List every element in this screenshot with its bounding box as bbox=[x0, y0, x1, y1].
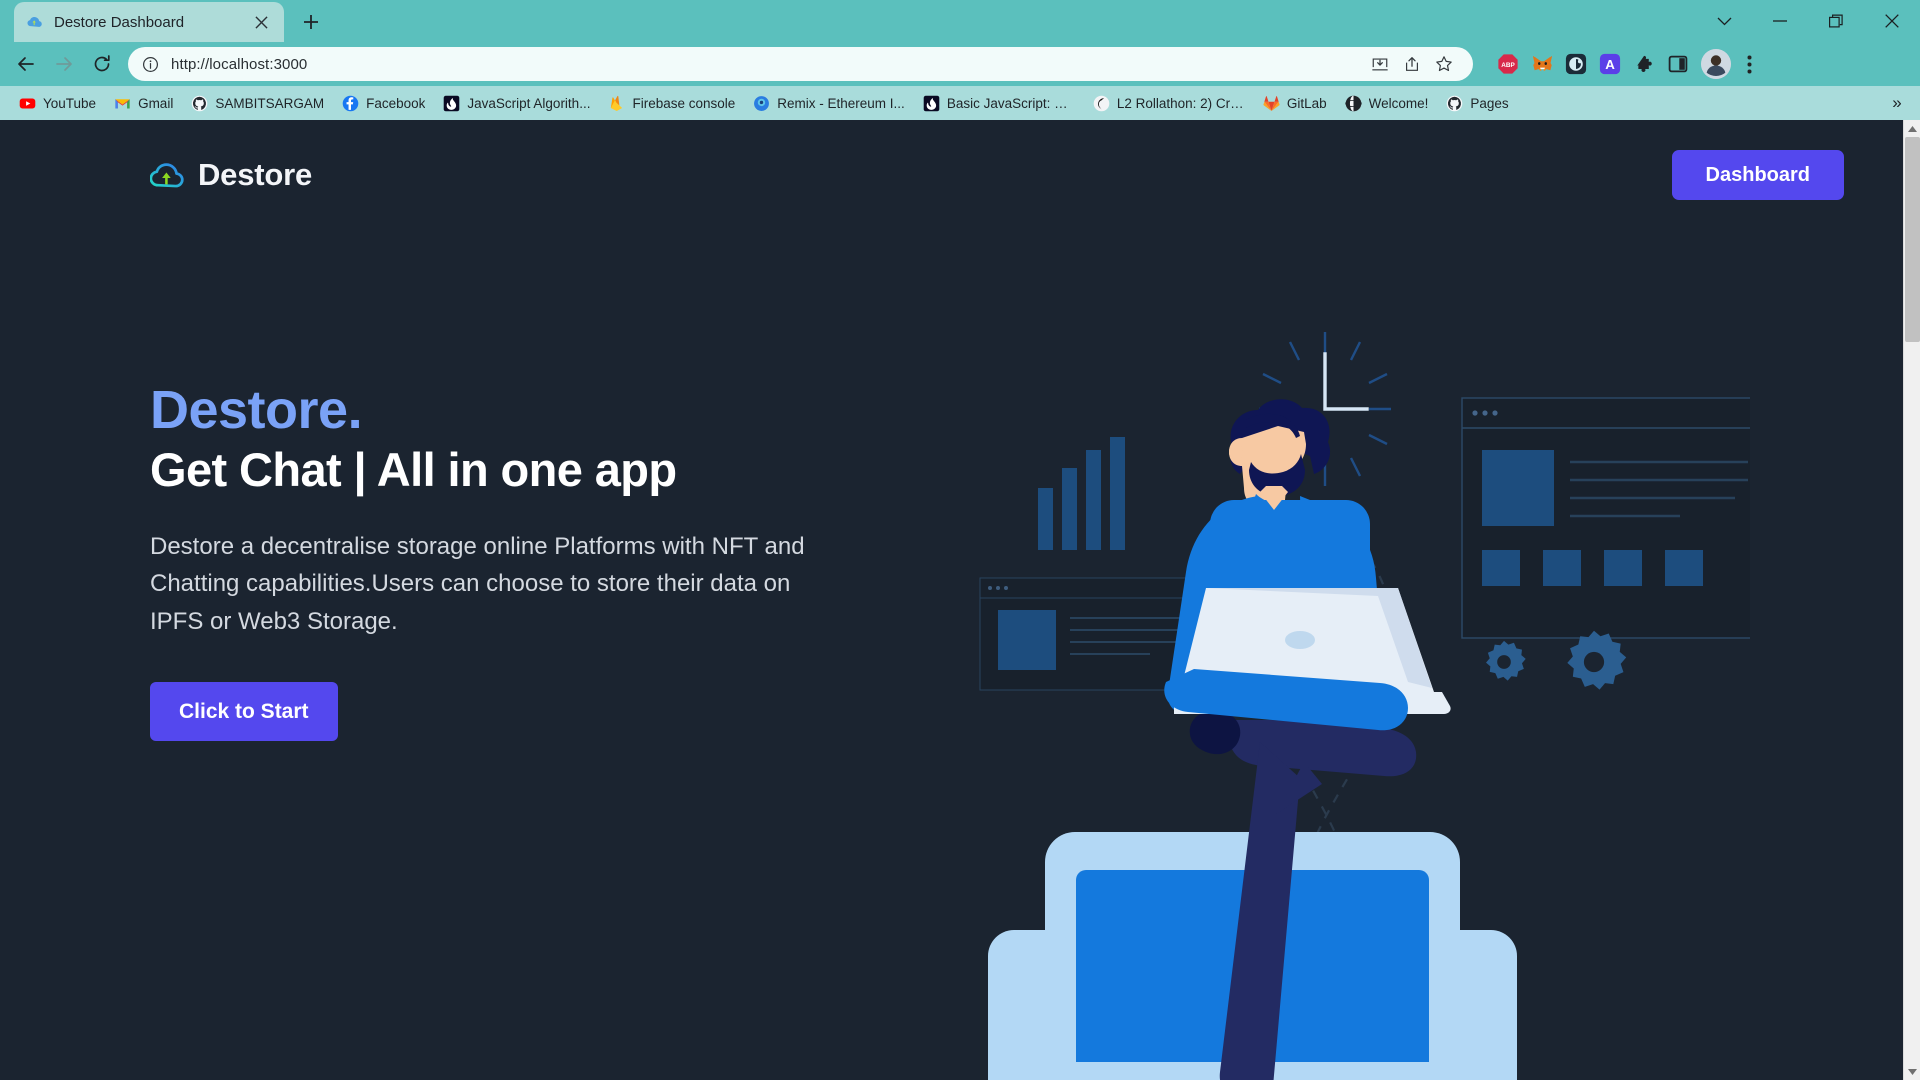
bookmark-l2-rollathon[interactable]: L2 Rollathon: 2) Cre... bbox=[1084, 91, 1254, 116]
person-working-on-laptop-illustration bbox=[979, 332, 1750, 1080]
address-bar[interactable]: http://localhost:3000 bbox=[128, 47, 1473, 81]
bookmark-label: Pages bbox=[1470, 95, 1509, 111]
brand[interactable]: Destore bbox=[150, 157, 312, 193]
close-icon[interactable] bbox=[250, 11, 272, 33]
firebase-icon bbox=[611, 95, 623, 111]
kebab-menu-icon[interactable] bbox=[1735, 49, 1763, 79]
hero-heading: Get Chat | All in one app bbox=[150, 443, 677, 497]
puzzle-piece-icon[interactable] bbox=[1629, 49, 1659, 79]
avatar-icon[interactable] bbox=[1701, 49, 1731, 79]
bookmark-label: SAMBITSARGAM bbox=[215, 95, 325, 111]
bookmark-pages[interactable]: Pages bbox=[1437, 91, 1517, 116]
bookmark-sambitsargam[interactable]: SAMBITSARGAM bbox=[182, 91, 333, 116]
github-icon bbox=[192, 95, 208, 111]
bookmark-gmail[interactable]: Gmail bbox=[105, 91, 182, 116]
bookmarks-bar: YouTube Gmail SAMBITSARGAM Facebook Java… bbox=[0, 86, 1920, 120]
bookmark-youtube[interactable]: YouTube bbox=[10, 91, 105, 116]
tab-title: Destore Dashboard bbox=[54, 13, 185, 31]
bookmark-label: Firebase console bbox=[632, 95, 736, 111]
chevron-down-icon[interactable] bbox=[1696, 0, 1752, 42]
hero-accent-heading: Destore. bbox=[150, 380, 363, 440]
svg-text:A: A bbox=[1605, 57, 1615, 72]
letter-a-icon[interactable]: A bbox=[1595, 49, 1625, 79]
browser-tab[interactable]: Destore Dashboard bbox=[14, 2, 284, 42]
dark-reader-icon[interactable] bbox=[1561, 49, 1591, 79]
minimize-icon[interactable] bbox=[1752, 0, 1808, 42]
youtube-icon bbox=[19, 98, 36, 108]
bar-chart-decoration bbox=[1038, 437, 1125, 550]
restore-icon[interactable] bbox=[1808, 0, 1864, 42]
install-download-icon[interactable] bbox=[1365, 49, 1395, 79]
page-viewport: Destore Dashboard Destore. Get Chat | Al… bbox=[0, 120, 1920, 1080]
cloud-upload-icon bbox=[150, 163, 184, 188]
remix-icon bbox=[754, 95, 770, 111]
metamask-fox-icon[interactable] bbox=[1527, 49, 1557, 79]
share-icon[interactable] bbox=[1397, 49, 1427, 79]
url-text[interactable]: http://localhost:3000 bbox=[171, 56, 307, 73]
bookmark-label: Gmail bbox=[138, 95, 174, 111]
bookmark-remix-ethereum[interactable]: Remix - Ethereum I... bbox=[744, 91, 914, 116]
svg-text:ABP: ABP bbox=[1501, 62, 1515, 69]
hero-paragraph: Destore a decentralise storage online Pl… bbox=[150, 532, 805, 635]
scrollbar-thumb[interactable] bbox=[1905, 137, 1920, 342]
hero-section: Destore. Get Chat | All in one app Desto… bbox=[0, 230, 1904, 1080]
hero-copy: Destore. Get Chat | All in one app Desto… bbox=[150, 230, 980, 742]
bookmarks-overflow-button[interactable]: » bbox=[1884, 91, 1910, 115]
side-panel-icon[interactable] bbox=[1663, 49, 1693, 79]
extensions-strip: ABP A bbox=[1485, 49, 1763, 79]
freecodecamp-icon bbox=[444, 95, 460, 111]
arrow-right-icon[interactable] bbox=[46, 46, 82, 82]
bookmark-firebase-console[interactable]: Firebase console bbox=[599, 91, 744, 116]
notion-icon bbox=[1093, 95, 1110, 111]
bookmark-label: GitLab bbox=[1286, 95, 1327, 111]
bookmark-facebook[interactable]: Facebook bbox=[333, 91, 434, 116]
bookmark-gitlab[interactable]: GitLab bbox=[1254, 91, 1336, 116]
bookmark-label: L2 Rollathon: 2) Cre... bbox=[1116, 95, 1245, 111]
reload-icon[interactable] bbox=[84, 46, 120, 82]
bookmark-welcome[interactable]: Welcome! bbox=[1336, 91, 1438, 116]
freecodecamp-icon bbox=[923, 95, 940, 111]
abp-icon[interactable]: ABP bbox=[1493, 49, 1523, 79]
destore-landing-page: Destore Dashboard Destore. Get Chat | Al… bbox=[0, 120, 1904, 1080]
bookmark-label: Facebook bbox=[366, 95, 426, 111]
info-circle-icon[interactable] bbox=[142, 56, 159, 73]
close-icon[interactable] bbox=[1864, 0, 1920, 42]
browser-toolbar: http://localhost:3000 ABP A bbox=[0, 42, 1920, 86]
browser-window: Destore Dashboard http://localhost:3000 … bbox=[0, 0, 1920, 1080]
bookmark-label: Welcome! bbox=[1368, 95, 1429, 111]
star-icon[interactable] bbox=[1429, 49, 1459, 79]
brand-name: Destore bbox=[198, 157, 313, 192]
bookmark-javascript-algorithms[interactable]: JavaScript Algorith... bbox=[434, 91, 599, 116]
globe-icon bbox=[1344, 95, 1362, 111]
vertical-scrollbar[interactable] bbox=[1903, 120, 1920, 1080]
dashboard-button[interactable]: Dashboard bbox=[1671, 150, 1844, 200]
window-card-right bbox=[1461, 397, 1750, 639]
destore-cloud-icon bbox=[27, 17, 42, 27]
tab-strip: Destore Dashboard bbox=[0, 0, 1920, 42]
gitlab-icon bbox=[1263, 95, 1280, 111]
bookmark-basic-javascript[interactable]: Basic JavaScript: De... bbox=[914, 91, 1084, 116]
scroll-up-arrow-icon[interactable] bbox=[1904, 120, 1920, 137]
bookmark-label: Basic JavaScript: De... bbox=[946, 95, 1075, 111]
site-header: Destore Dashboard bbox=[0, 120, 1904, 230]
github-icon bbox=[1447, 95, 1463, 111]
bookmark-label: YouTube bbox=[43, 95, 97, 111]
facebook-icon bbox=[342, 95, 359, 111]
plus-icon[interactable] bbox=[294, 5, 328, 39]
arrow-left-icon[interactable] bbox=[8, 46, 44, 82]
click-to-start-button[interactable]: Click to Start bbox=[150, 682, 338, 742]
bookmark-label: Remix - Ethereum I... bbox=[777, 95, 905, 111]
omnibox-actions bbox=[1365, 49, 1459, 79]
gmail-icon bbox=[115, 98, 130, 108]
window-controls bbox=[1696, 0, 1920, 42]
scroll-down-arrow-icon[interactable] bbox=[1904, 1063, 1920, 1080]
gears-decoration bbox=[1486, 630, 1627, 690]
bookmark-label: JavaScript Algorith... bbox=[467, 95, 591, 111]
